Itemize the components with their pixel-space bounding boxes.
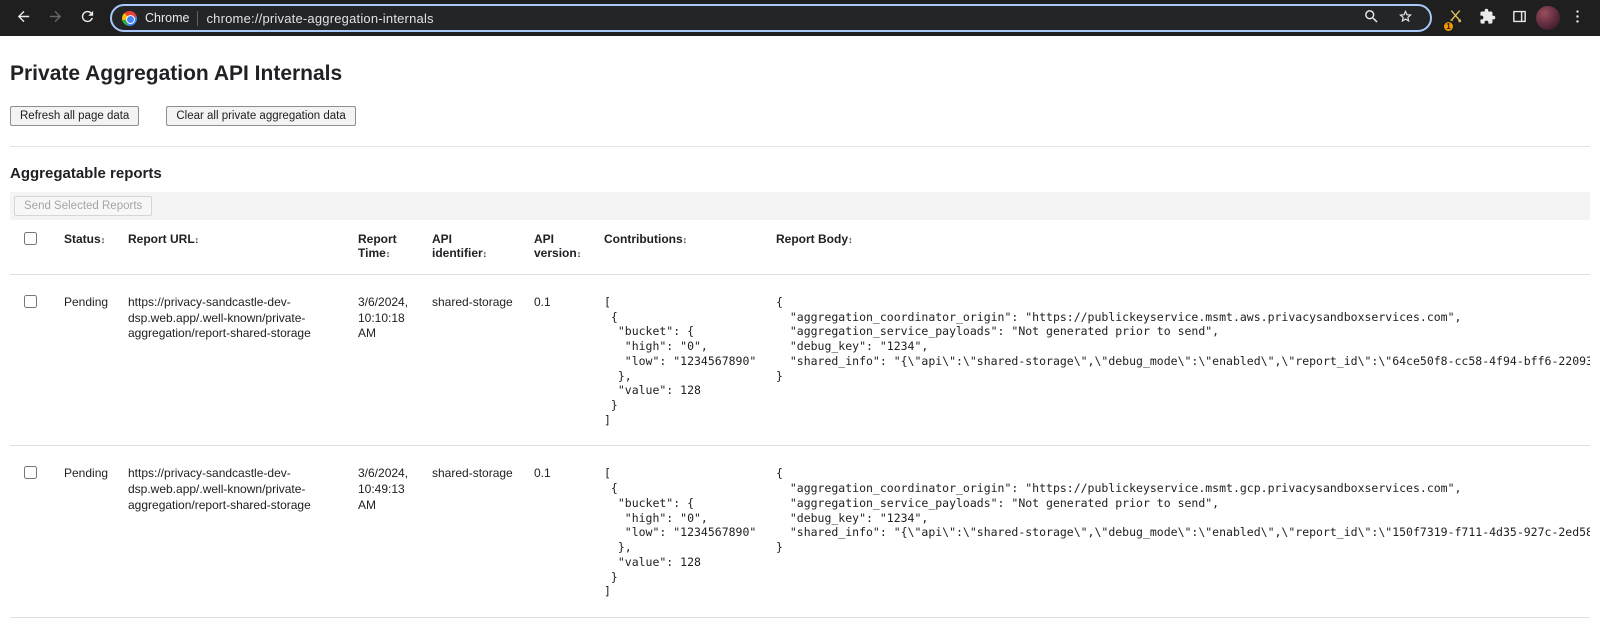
divider [10, 146, 1590, 147]
contributions-cell: [ { "bucket": { "high": "0", "low": "123… [600, 275, 772, 446]
profile-avatar[interactable] [1536, 6, 1560, 30]
header-api-identifier[interactable]: API identifier↕ [428, 220, 530, 275]
report-body-cell: { "aggregation_coordinator_origin": "htt… [772, 275, 1590, 446]
clear-all-data-button[interactable]: Clear all private aggregation data [166, 106, 355, 126]
reports-table-toolbar: Send Selected Reports [10, 192, 1590, 220]
search-tabs-button[interactable] [1356, 3, 1386, 33]
header-status[interactable]: Status↕ [60, 220, 124, 275]
url-text: chrome://private-aggregation-internals [206, 11, 1348, 26]
page-title: Private Aggregation API Internals [10, 62, 1590, 86]
report-body-cell: { "aggregation_coordinator_origin": "htt… [772, 446, 1590, 617]
row-checkbox[interactable] [24, 295, 37, 308]
site-chip-label: Chrome [145, 11, 189, 25]
extension-badge: 1 [1442, 20, 1455, 33]
back-icon [15, 8, 32, 28]
api-version-cell: 0.1 [530, 446, 600, 617]
sort-icon: ↕ [483, 249, 488, 259]
contributions-cell: [ { "bucket": { "high": "0", "low": "123… [600, 446, 772, 617]
sort-icon: ↕ [848, 235, 853, 245]
star-icon [1397, 8, 1414, 28]
sort-icon: ↕ [195, 235, 200, 245]
chip-divider [197, 11, 198, 26]
report-time-cell: 3/6/2024, 10:49:13 AM [354, 446, 428, 617]
section-title: Aggregatable reports [10, 165, 1590, 182]
refresh-icon [79, 8, 96, 28]
send-selected-reports-button[interactable]: Send Selected Reports [14, 196, 152, 216]
row-checkbox[interactable] [24, 466, 37, 479]
report-url-cell: https://privacy-sandcastle-dev-dsp.web.a… [124, 275, 354, 446]
contributions-json: [ { "bucket": { "high": "0", "low": "123… [604, 466, 764, 598]
side-panel-icon [1511, 8, 1528, 28]
extension-action-button[interactable]: 1 [1440, 3, 1470, 33]
select-all-checkbox[interactable] [24, 232, 37, 245]
sort-icon: ↕ [683, 235, 688, 245]
report-body-json: { "aggregation_coordinator_origin": "htt… [776, 295, 1582, 383]
kebab-menu-icon [1569, 8, 1586, 28]
report-time-cell: 3/6/2024, 10:10:18 AM [354, 275, 428, 446]
sort-icon: ↕ [577, 249, 582, 259]
header-report-body[interactable]: Report Body↕ [772, 220, 1590, 275]
browser-toolbar: Chrome chrome://private-aggregation-inte… [0, 0, 1600, 36]
bookmark-button[interactable] [1390, 3, 1420, 33]
extensions-menu-button[interactable] [1472, 3, 1502, 33]
top-actions: Refresh all page data Clear all private … [10, 106, 1590, 126]
header-api-version[interactable]: API version↕ [530, 220, 600, 275]
table-row: Pending https://privacy-sandcastle-dev-d… [10, 446, 1590, 617]
api-version-cell: 0.1 [530, 275, 600, 446]
refresh-button[interactable] [72, 3, 102, 33]
aggregatable-reports-table: Status↕ Report URL↕ Report Time↕ API ide… [10, 220, 1590, 618]
table-header-row: Status↕ Report URL↕ Report Time↕ API ide… [10, 220, 1590, 275]
browser-menu-button[interactable] [1562, 3, 1592, 33]
sort-icon: ↕ [386, 249, 391, 259]
chrome-logo-icon [122, 11, 137, 26]
status-cell: Pending [60, 446, 124, 617]
table-row: Pending https://privacy-sandcastle-dev-d… [10, 275, 1590, 446]
forward-button[interactable] [40, 3, 70, 33]
header-report-time[interactable]: Report Time↕ [354, 220, 428, 275]
internals-page: Private Aggregation API Internals Refres… [0, 62, 1600, 618]
contributions-json: [ { "bucket": { "high": "0", "low": "123… [604, 295, 764, 427]
header-report-url[interactable]: Report URL↕ [124, 220, 354, 275]
report-url-cell: https://privacy-sandcastle-dev-dsp.web.a… [124, 446, 354, 617]
api-identifier-cell: shared-storage [428, 275, 530, 446]
api-identifier-cell: shared-storage [428, 446, 530, 617]
puzzle-icon [1479, 8, 1496, 28]
sort-icon: ↕ [101, 235, 106, 245]
address-bar[interactable]: Chrome chrome://private-aggregation-inte… [110, 4, 1432, 32]
header-contributions[interactable]: Contributions↕ [600, 220, 772, 275]
side-panel-button[interactable] [1504, 3, 1534, 33]
back-button[interactable] [8, 3, 38, 33]
forward-icon [47, 8, 64, 28]
report-body-json: { "aggregation_coordinator_origin": "htt… [776, 466, 1582, 554]
search-icon [1363, 8, 1380, 28]
status-cell: Pending [60, 275, 124, 446]
refresh-all-data-button[interactable]: Refresh all page data [10, 106, 139, 126]
